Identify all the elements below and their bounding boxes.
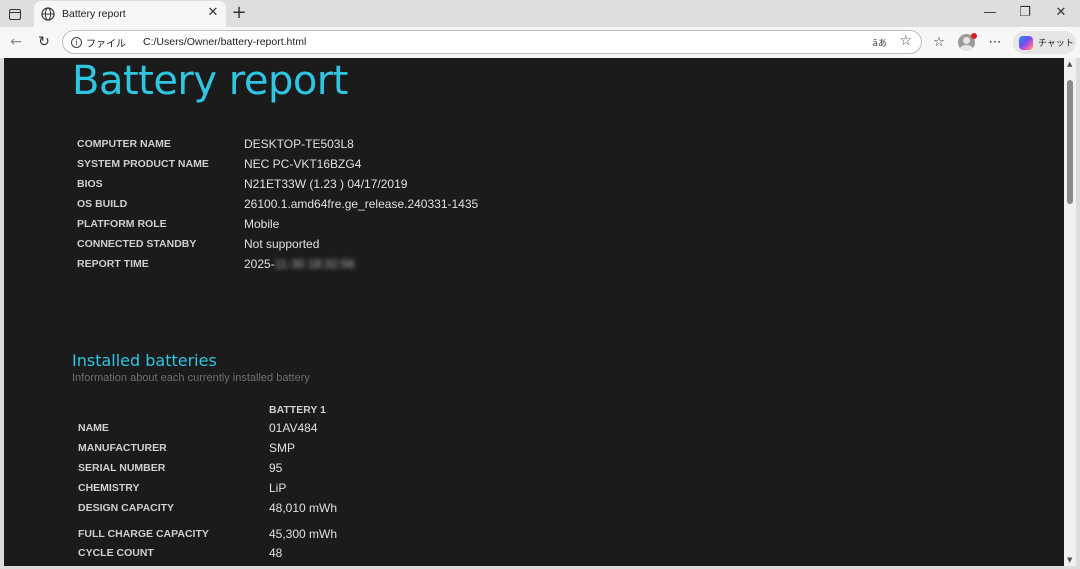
- system-info-value-text: N21ET33W (1.23 ) 04/17/2019: [244, 177, 408, 191]
- browser-toolbar: ← ↻ i ファイル C:/Users/Owner/battery-report…: [0, 27, 1080, 58]
- scroll-down-icon[interactable]: ▼: [1067, 556, 1072, 564]
- tab-title: Battery report: [62, 8, 126, 20]
- restore-button[interactable]: ❐: [1013, 3, 1037, 23]
- copilot-chat-button[interactable]: チャット: [1013, 31, 1076, 54]
- system-info-value-text: 26100.1.amd64fre.ge_release.240331-1435: [244, 197, 479, 211]
- more-options-icon[interactable]: ⋯: [987, 33, 1003, 53]
- battery-info-value: 01AV484: [269, 421, 318, 435]
- system-info-label: CONNECTED STANDBY: [77, 238, 197, 250]
- system-info-value: DESKTOP-TE503L8: [244, 137, 354, 151]
- battery-info-label: SERIAL NUMBER: [78, 462, 166, 474]
- system-info-label: COMPUTER NAME: [77, 138, 171, 150]
- battery-info-label: CHEMISTRY: [78, 482, 140, 494]
- back-button[interactable]: ←: [6, 32, 26, 52]
- installed-batteries-title: Installed batteries: [72, 351, 217, 370]
- battery-info-label: NAME: [78, 422, 109, 434]
- globe-icon: [41, 7, 55, 21]
- battery-info-label: CYCLE COUNT: [78, 547, 154, 559]
- redacted-value: 11-30 18:32:56: [274, 257, 355, 271]
- battery-column-header: BATTERY 1: [269, 404, 326, 416]
- copilot-icon: [1019, 35, 1033, 50]
- installed-batteries-subtitle: Information about each currently install…: [72, 372, 310, 384]
- battery-info-value: LiP: [269, 481, 287, 495]
- report-title: Battery report: [72, 58, 348, 104]
- system-info-value-text: 2025-: [244, 257, 275, 271]
- address-bar[interactable]: i ファイル C:/Users/Owner/battery-report.htm…: [62, 30, 922, 54]
- battery-info-label: FULL CHARGE CAPACITY: [78, 528, 209, 540]
- scrollbar-thumb[interactable]: [1067, 80, 1073, 204]
- system-info-value: NEC PC-VKT16BZG4: [244, 157, 361, 171]
- system-info-value: N21ET33W (1.23 ) 04/17/2019: [244, 177, 407, 191]
- system-info-value-text: NEC PC-VKT16BZG4: [244, 157, 362, 171]
- tab-battery-report[interactable]: Battery report ✕: [34, 1, 226, 27]
- system-info-label: OS BUILD: [77, 198, 128, 210]
- refresh-button[interactable]: ↻: [34, 32, 54, 52]
- system-info-value: Mobile: [244, 217, 279, 231]
- system-info-label: SYSTEM PRODUCT NAME: [77, 158, 209, 170]
- tab-strip: Battery report ✕ + — ❐ ✕: [0, 0, 1080, 27]
- tab-actions-button[interactable]: [4, 4, 26, 24]
- address-scheme: ファイル: [86, 38, 126, 50]
- system-info-label: PLATFORM ROLE: [77, 218, 167, 230]
- new-tab-button[interactable]: +: [230, 3, 248, 23]
- close-window-button[interactable]: ✕: [1049, 3, 1073, 23]
- favorites-icon[interactable]: ☆: [930, 33, 948, 53]
- system-info-value: 26100.1.amd64fre.ge_release.240331-1435: [244, 197, 478, 211]
- scroll-up-icon[interactable]: ▲: [1067, 60, 1072, 68]
- vertical-scrollbar[interactable]: ▲ ▼: [1064, 58, 1076, 566]
- system-info-value-text: DESKTOP-TE503L8: [244, 137, 354, 151]
- battery-info-label: MANUFACTURER: [78, 442, 167, 454]
- battery-info-value: 95: [269, 461, 283, 475]
- system-info-value-text: Mobile: [244, 217, 280, 231]
- minimize-button[interactable]: —: [978, 3, 1002, 23]
- battery-info-value: 45,300 mWh: [269, 527, 338, 541]
- system-info-label: REPORT TIME: [77, 258, 149, 270]
- site-info-icon[interactable]: i: [71, 36, 82, 48]
- notification-badge: [971, 33, 977, 39]
- tab-actions-icon: [9, 8, 21, 20]
- battery-info-value: 48,010 mWh: [269, 501, 338, 515]
- read-aloud-icon[interactable]: ãあ: [872, 36, 887, 49]
- battery-info-value: SMP: [269, 441, 296, 455]
- address-url[interactable]: C:/Users/Owner/battery-report.html: [143, 36, 306, 48]
- system-info-label: BIOS: [77, 178, 103, 190]
- system-info-value-text: Not supported: [244, 237, 320, 251]
- chat-label: チャット: [1038, 39, 1074, 49]
- favorite-star-icon[interactable]: ☆: [899, 33, 912, 49]
- page-content: Battery report COMPUTER NAME DESKTOP-TE50…: [4, 58, 1064, 566]
- system-info-value: 2025-11-30 18:32:56: [244, 257, 355, 271]
- battery-info-value: 48: [269, 546, 283, 560]
- system-info-value: Not supported: [244, 237, 319, 251]
- tab-close-icon[interactable]: ✕: [206, 6, 220, 20]
- battery-info-label: DESIGN CAPACITY: [78, 502, 175, 514]
